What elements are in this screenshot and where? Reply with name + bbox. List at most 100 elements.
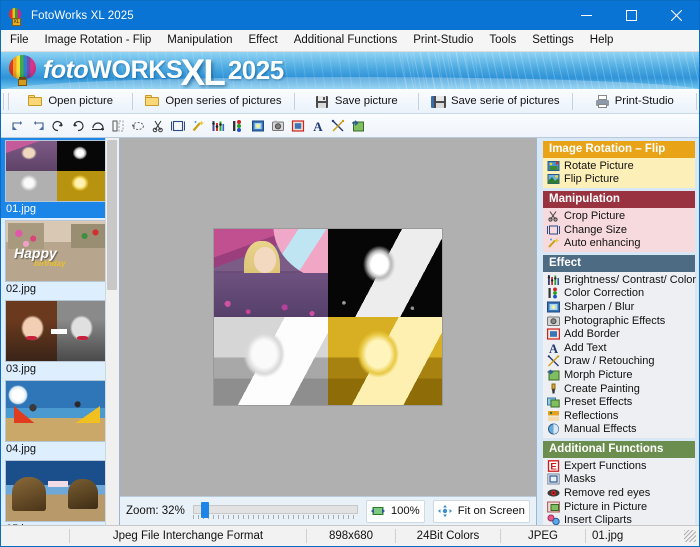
camera-icon[interactable] — [269, 117, 287, 135]
section-body-additional-functions: E Expert Functions Masks Remove red eyes… — [543, 458, 695, 525]
menu-manipulation[interactable]: Manipulation — [159, 30, 240, 51]
thumbnail-scrollbar[interactable] — [105, 138, 119, 525]
close-button[interactable] — [654, 1, 699, 30]
function-crop-picture[interactable]: Crop Picture — [543, 209, 695, 223]
function-label: Expert Functions — [564, 460, 647, 472]
open-picture-button[interactable]: Open picture — [11, 90, 130, 112]
rotate-right-icon[interactable] — [29, 117, 47, 135]
rotate-cw-icon[interactable] — [69, 117, 87, 135]
flip-horizontal-icon[interactable] — [109, 117, 127, 135]
zoom-slider-handle[interactable] — [201, 502, 209, 518]
add-text-icon[interactable]: A — [309, 117, 327, 135]
zoom-slider[interactable] — [193, 502, 358, 520]
morph-picture-icon — [547, 369, 560, 381]
thumbnail-item-05[interactable]: 05.jpg — [1, 458, 119, 525]
add-border-icon[interactable] — [289, 117, 307, 135]
function-add-border[interactable]: Add Border — [543, 327, 695, 341]
fit-on-screen-label: Fit on Screen — [458, 505, 525, 517]
menu-help[interactable]: Help — [582, 30, 622, 51]
thumbnail-item-01[interactable]: 01.jpg — [1, 138, 119, 218]
magic-wand-icon[interactable] — [189, 117, 207, 135]
function-auto-enhancing[interactable]: Auto enhancing — [543, 236, 695, 250]
function-reflections[interactable]: Reflections — [543, 409, 695, 423]
function-expert-functions[interactable]: E Expert Functions — [543, 459, 695, 473]
menu-effect[interactable]: Effect — [241, 30, 286, 51]
canvas-panel: Zoom: 32% 100% Fit on Screen — [120, 138, 536, 525]
rotate-left-icon[interactable] — [9, 117, 27, 135]
zoom-slider-track[interactable] — [193, 505, 358, 514]
open-series-button[interactable]: Open series of pictures — [135, 90, 291, 112]
save-series-button[interactable]: Save serie of pictures — [421, 90, 570, 112]
draw-retouching-icon[interactable] — [329, 117, 347, 135]
function-brightness-contrast-color[interactable]: Brightness/ Contrast/ Color — [543, 273, 695, 287]
function-manual-effects[interactable]: Manual Effects — [543, 423, 695, 437]
function-sharpen-blur[interactable]: Sharpen / Blur — [543, 300, 695, 314]
toolbar-separator — [132, 93, 133, 110]
menu-file[interactable]: File — [1, 30, 37, 51]
free-rotate-icon[interactable] — [129, 117, 147, 135]
save-picture-label: Save picture — [335, 95, 398, 107]
scrollbar-thumb[interactable] — [107, 140, 117, 290]
function-label: Crop Picture — [564, 210, 625, 222]
function-rotate-picture[interactable]: Rotate Picture — [543, 159, 695, 173]
function-label: Photographic Effects — [564, 315, 665, 327]
fit-on-screen-button[interactable]: Fit on Screen — [433, 500, 530, 523]
zoom-level-label: Zoom: 32% — [126, 505, 185, 517]
zoom-bar: Zoom: 32% 100% Fit on Screen — [120, 496, 536, 525]
actual-size-icon — [371, 505, 385, 517]
menu-tools[interactable]: Tools — [481, 30, 524, 51]
thumbnail-item-03[interactable]: 03.jpg — [1, 298, 119, 378]
function-add-text[interactable]: A Add Text — [543, 341, 695, 355]
printer-icon — [595, 95, 610, 108]
function-masks[interactable]: Masks — [543, 473, 695, 487]
crop-frame-icon[interactable] — [169, 117, 187, 135]
function-remove-red-eyes[interactable]: Remove red eyes — [543, 486, 695, 500]
thumbnail-image — [5, 300, 109, 362]
function-color-correction[interactable]: Color Correction — [543, 287, 695, 301]
function-flip-picture[interactable]: Flip Picture — [543, 173, 695, 187]
minimize-button[interactable] — [564, 1, 609, 30]
thumbnail-caption: 04.jpg — [1, 442, 119, 458]
brightness-contrast-icon[interactable] — [209, 117, 227, 135]
function-label: Picture in Picture — [564, 501, 647, 513]
preview-image[interactable] — [214, 229, 442, 405]
thumbnail-panel[interactable]: 01.jpg Happy birthday 02.jpg 03.jpg 04.j… — [1, 138, 120, 525]
resize-grip-icon[interactable] — [684, 530, 696, 542]
rotate-ccw-icon[interactable] — [49, 117, 67, 135]
sharpen-blur-icon[interactable] — [249, 117, 267, 135]
menu-print-studio[interactable]: Print-Studio — [405, 30, 481, 51]
menu-settings[interactable]: Settings — [524, 30, 582, 51]
function-label: Add Border — [564, 328, 620, 340]
svg-text:A: A — [549, 342, 558, 354]
function-draw-retouching[interactable]: Draw / Retouching — [543, 355, 695, 369]
toolbar-separator — [8, 93, 9, 110]
zoom-100-button[interactable]: 100% — [366, 500, 425, 523]
function-photographic-effects[interactable]: Photographic Effects — [543, 314, 695, 328]
folder-icon — [28, 95, 43, 108]
function-label: Morph Picture — [564, 369, 632, 381]
function-change-size[interactable]: Change Size — [543, 223, 695, 237]
maximize-button[interactable] — [609, 1, 654, 30]
menu-additional-functions[interactable]: Additional Functions — [286, 30, 406, 51]
image-canvas[interactable] — [120, 138, 536, 496]
flip-vertical-icon[interactable] — [89, 117, 107, 135]
scissors-crop-icon[interactable] — [149, 117, 167, 135]
function-morph-picture[interactable]: Morph Picture — [543, 368, 695, 382]
function-label: Draw / Retouching — [564, 355, 655, 367]
function-picture-in-picture[interactable]: Picture in Picture — [543, 500, 695, 514]
function-preset-effects[interactable]: Preset Effects — [543, 395, 695, 409]
menu-image-rotation-flip[interactable]: Image Rotation - Flip — [37, 30, 160, 51]
thumbnail-item-02[interactable]: Happy birthday 02.jpg — [1, 218, 119, 298]
hot-air-balloon-icon — [9, 55, 37, 86]
thumbnail-item-04[interactable]: 04.jpg — [1, 378, 119, 458]
function-create-painting[interactable]: Create Painting — [543, 382, 695, 396]
function-label: Preset Effects — [564, 396, 632, 408]
masks-icon — [547, 473, 560, 485]
window-controls — [564, 1, 699, 30]
save-picture-button[interactable]: Save picture — [297, 90, 416, 112]
print-studio-button[interactable]: Print-Studio — [575, 90, 694, 112]
function-label: Masks — [564, 473, 596, 485]
morph-picture-icon[interactable] — [349, 117, 367, 135]
function-insert-cliparts[interactable]: Insert Cliparts — [543, 513, 695, 525]
color-correction-icon[interactable] — [229, 117, 247, 135]
